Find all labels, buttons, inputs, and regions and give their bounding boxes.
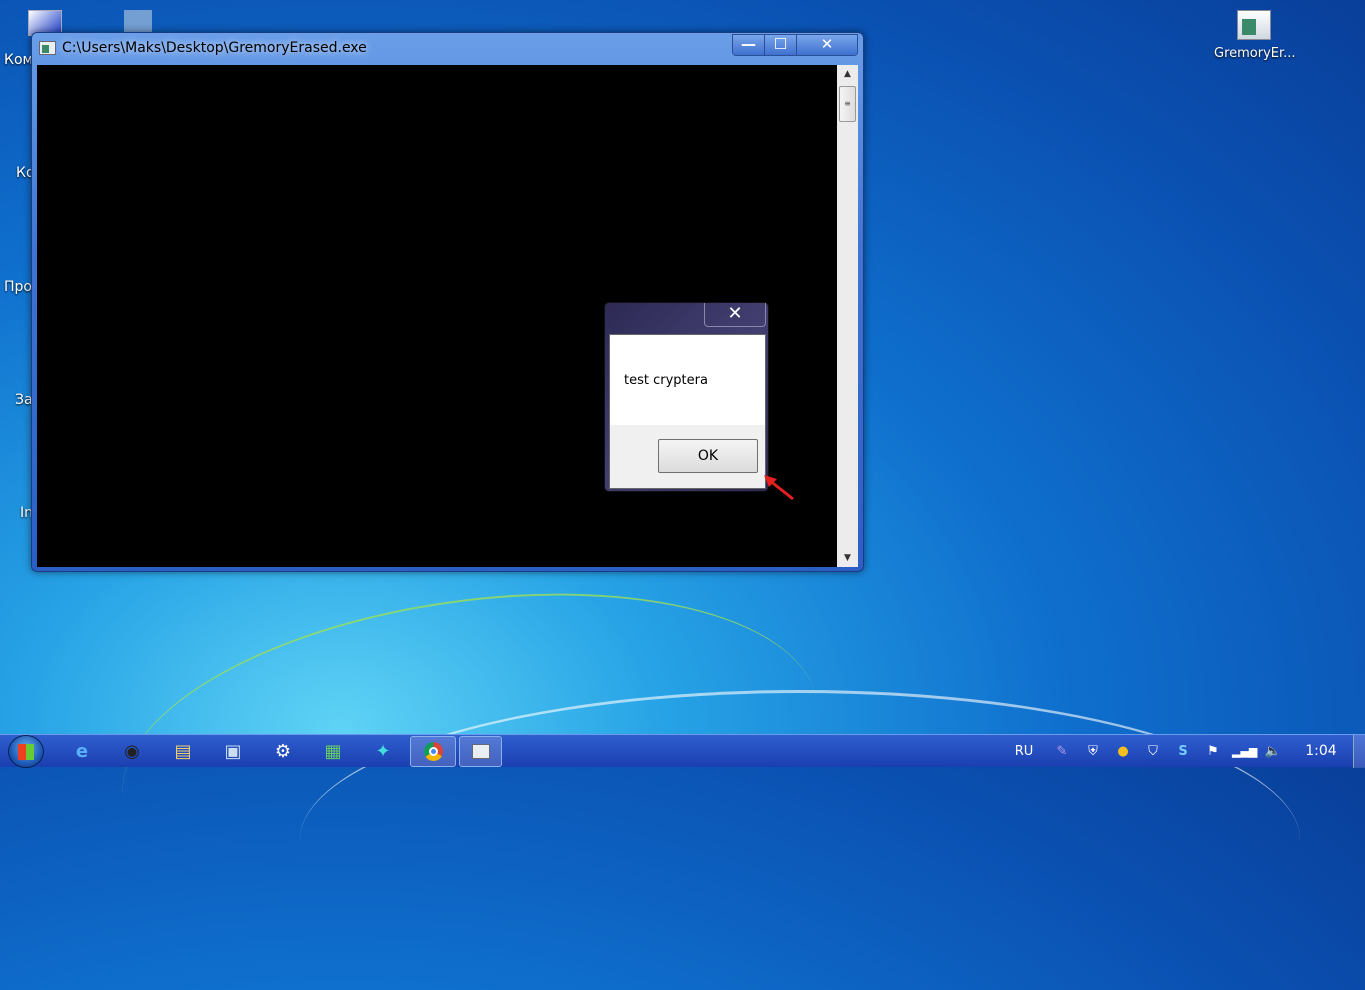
scroll-down-arrow-icon[interactable]: ▼ <box>837 549 858 567</box>
desktop-icon-label[interactable]: Про <box>4 279 32 295</box>
network-signal-icon[interactable]: ▂▄▆ <box>1232 735 1257 768</box>
close-button[interactable]: ✕ <box>797 35 857 55</box>
terminal-icon[interactable]: ▦ <box>315 737 351 766</box>
settings-icon[interactable]: ⚙ <box>265 737 301 766</box>
desktop-icon-label[interactable]: За <box>15 392 33 408</box>
red-arrow-annotation <box>764 475 794 501</box>
puzzle-icon[interactable]: ✦ <box>365 737 401 766</box>
dialog-body: test cryptera OK <box>609 334 766 489</box>
desktop-icon-label[interactable]: Ком <box>4 52 33 68</box>
language-indicator[interactable]: RU <box>1010 735 1038 768</box>
antivirus-warning-icon[interactable]: ● <box>1112 735 1134 768</box>
scroll-up-arrow-icon[interactable]: ▲ <box>837 65 858 83</box>
app-icon <box>1237 10 1271 40</box>
console-app-icon <box>39 41 56 55</box>
feather-icon[interactable]: ✎ <box>1050 735 1074 768</box>
action-center-flag-icon[interactable]: ⚑ <box>1202 735 1224 768</box>
taskbar-chrome[interactable] <box>410 736 456 767</box>
vertical-scrollbar[interactable]: ▲ ≡ ▼ <box>837 65 858 567</box>
caption-buttons: — ☐ ✕ <box>732 34 858 56</box>
skype-s-icon[interactable]: S <box>1171 735 1195 768</box>
chrome-icon <box>424 742 443 761</box>
windows-logo-icon <box>18 744 34 760</box>
shield-check-icon[interactable]: ⛨ <box>1082 735 1104 768</box>
security-shield-icon[interactable]: ⛉ <box>1142 735 1164 768</box>
internet-explorer-icon[interactable]: e <box>64 737 100 766</box>
show-desktop-button[interactable] <box>1353 735 1365 768</box>
dialog-close-button[interactable]: ✕ <box>704 303 766 327</box>
volume-icon[interactable]: 🔈 <box>1262 735 1284 768</box>
desktop-icon-label: GremoryEr... <box>1214 46 1296 61</box>
desktop-icon-gremory[interactable]: GremoryEr... <box>1214 10 1296 61</box>
explorer-icon[interactable]: ▤ <box>165 737 201 766</box>
start-button[interactable] <box>8 735 44 768</box>
document-icon[interactable] <box>124 10 152 34</box>
taskbar: e ◉ ▤ ▣ ⚙ ▦ ✦ RU ✎ ⛨ ● ⛉ S ⚑ ▂▄▆ 🔈 1:04 <box>0 734 1365 768</box>
clock[interactable]: 1:04 <box>1300 735 1342 768</box>
media-icon[interactable]: ◉ <box>114 737 150 766</box>
message-box: ✕ test cryptera OK <box>604 302 769 492</box>
dialog-message: test cryptera <box>610 335 765 425</box>
window-title: C:\Users\Maks\Desktop\GremoryErased.exe <box>62 40 367 56</box>
scroll-thumb[interactable]: ≡ <box>839 86 856 122</box>
console-app-icon <box>472 744 490 759</box>
minimize-button[interactable]: — <box>733 35 765 55</box>
ok-button[interactable]: OK <box>658 439 758 473</box>
network-icon[interactable]: ▣ <box>215 737 251 766</box>
taskbar-console-app[interactable] <box>459 736 502 767</box>
maximize-button[interactable]: ☐ <box>765 35 797 55</box>
